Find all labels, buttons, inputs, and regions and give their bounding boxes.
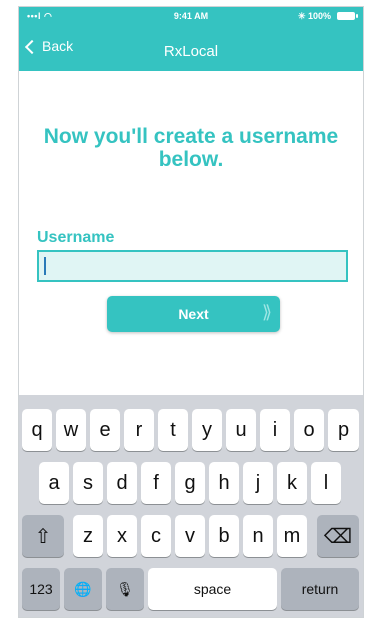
space-key[interactable]: space [148, 568, 277, 610]
key-m[interactable]: m [277, 515, 307, 557]
double-chevron-right-icon: ⟩⟩ [261, 302, 272, 322]
key-b[interactable]: b [209, 515, 239, 557]
key-t[interactable]: t [158, 409, 188, 451]
delete-key[interactable]: ⌫ [317, 515, 359, 557]
key-s[interactable]: s [73, 462, 103, 504]
key-u[interactable]: u [226, 409, 256, 451]
mic-key[interactable]: 🎙 [106, 568, 144, 610]
key-f[interactable]: f [141, 462, 171, 504]
key-l[interactable]: l [311, 462, 341, 504]
key-y[interactable]: y [192, 409, 222, 451]
key-x[interactable]: x [107, 515, 137, 557]
username-field-wrapper [37, 250, 348, 282]
key-j[interactable]: j [243, 462, 273, 504]
key-h[interactable]: h [209, 462, 239, 504]
key-r[interactable]: r [124, 409, 154, 451]
key-c[interactable]: c [141, 515, 171, 557]
page-title: Now you'll create a username below. [43, 125, 339, 171]
battery-percent: ✳ 100% [297, 11, 331, 21]
key-z[interactable]: z [73, 515, 103, 557]
app-header: •••l ◠ 9:41 AM ✳ 100% Back RxLocal [19, 7, 363, 71]
keyboard: q w e r t y u i o p a s d f g h j k l ⇧ … [19, 395, 363, 617]
text-cursor [44, 257, 46, 275]
return-key[interactable]: return [281, 568, 359, 610]
username-input[interactable] [39, 252, 346, 280]
key-e[interactable]: e [90, 409, 120, 451]
status-bar: •••l ◠ 9:41 AM ✳ 100% [19, 7, 363, 27]
globe-key[interactable]: 🌐 [64, 568, 102, 610]
key-a[interactable]: a [39, 462, 69, 504]
key-q[interactable]: q [22, 409, 52, 451]
nav-bar: Back RxLocal [19, 29, 363, 69]
numbers-key[interactable]: 123 [22, 568, 60, 610]
key-g[interactable]: g [175, 462, 205, 504]
next-label: Next [178, 306, 209, 322]
shift-key[interactable]: ⇧ [22, 515, 64, 557]
key-o[interactable]: o [294, 409, 324, 451]
next-button[interactable]: Next ⟩⟩ [107, 296, 280, 332]
key-p[interactable]: p [328, 409, 359, 451]
nav-title: RxLocal [163, 43, 219, 60]
key-k[interactable]: k [277, 462, 307, 504]
key-n[interactable]: n [243, 515, 273, 557]
key-i[interactable]: i [260, 409, 290, 451]
key-w[interactable]: w [56, 409, 86, 451]
phone-screen: •••l ◠ 9:41 AM ✳ 100% Back RxLocal Now y… [18, 6, 364, 618]
username-label: Username [37, 229, 115, 246]
key-d[interactable]: d [107, 462, 137, 504]
battery-icon [337, 12, 358, 20]
key-v[interactable]: v [175, 515, 205, 557]
